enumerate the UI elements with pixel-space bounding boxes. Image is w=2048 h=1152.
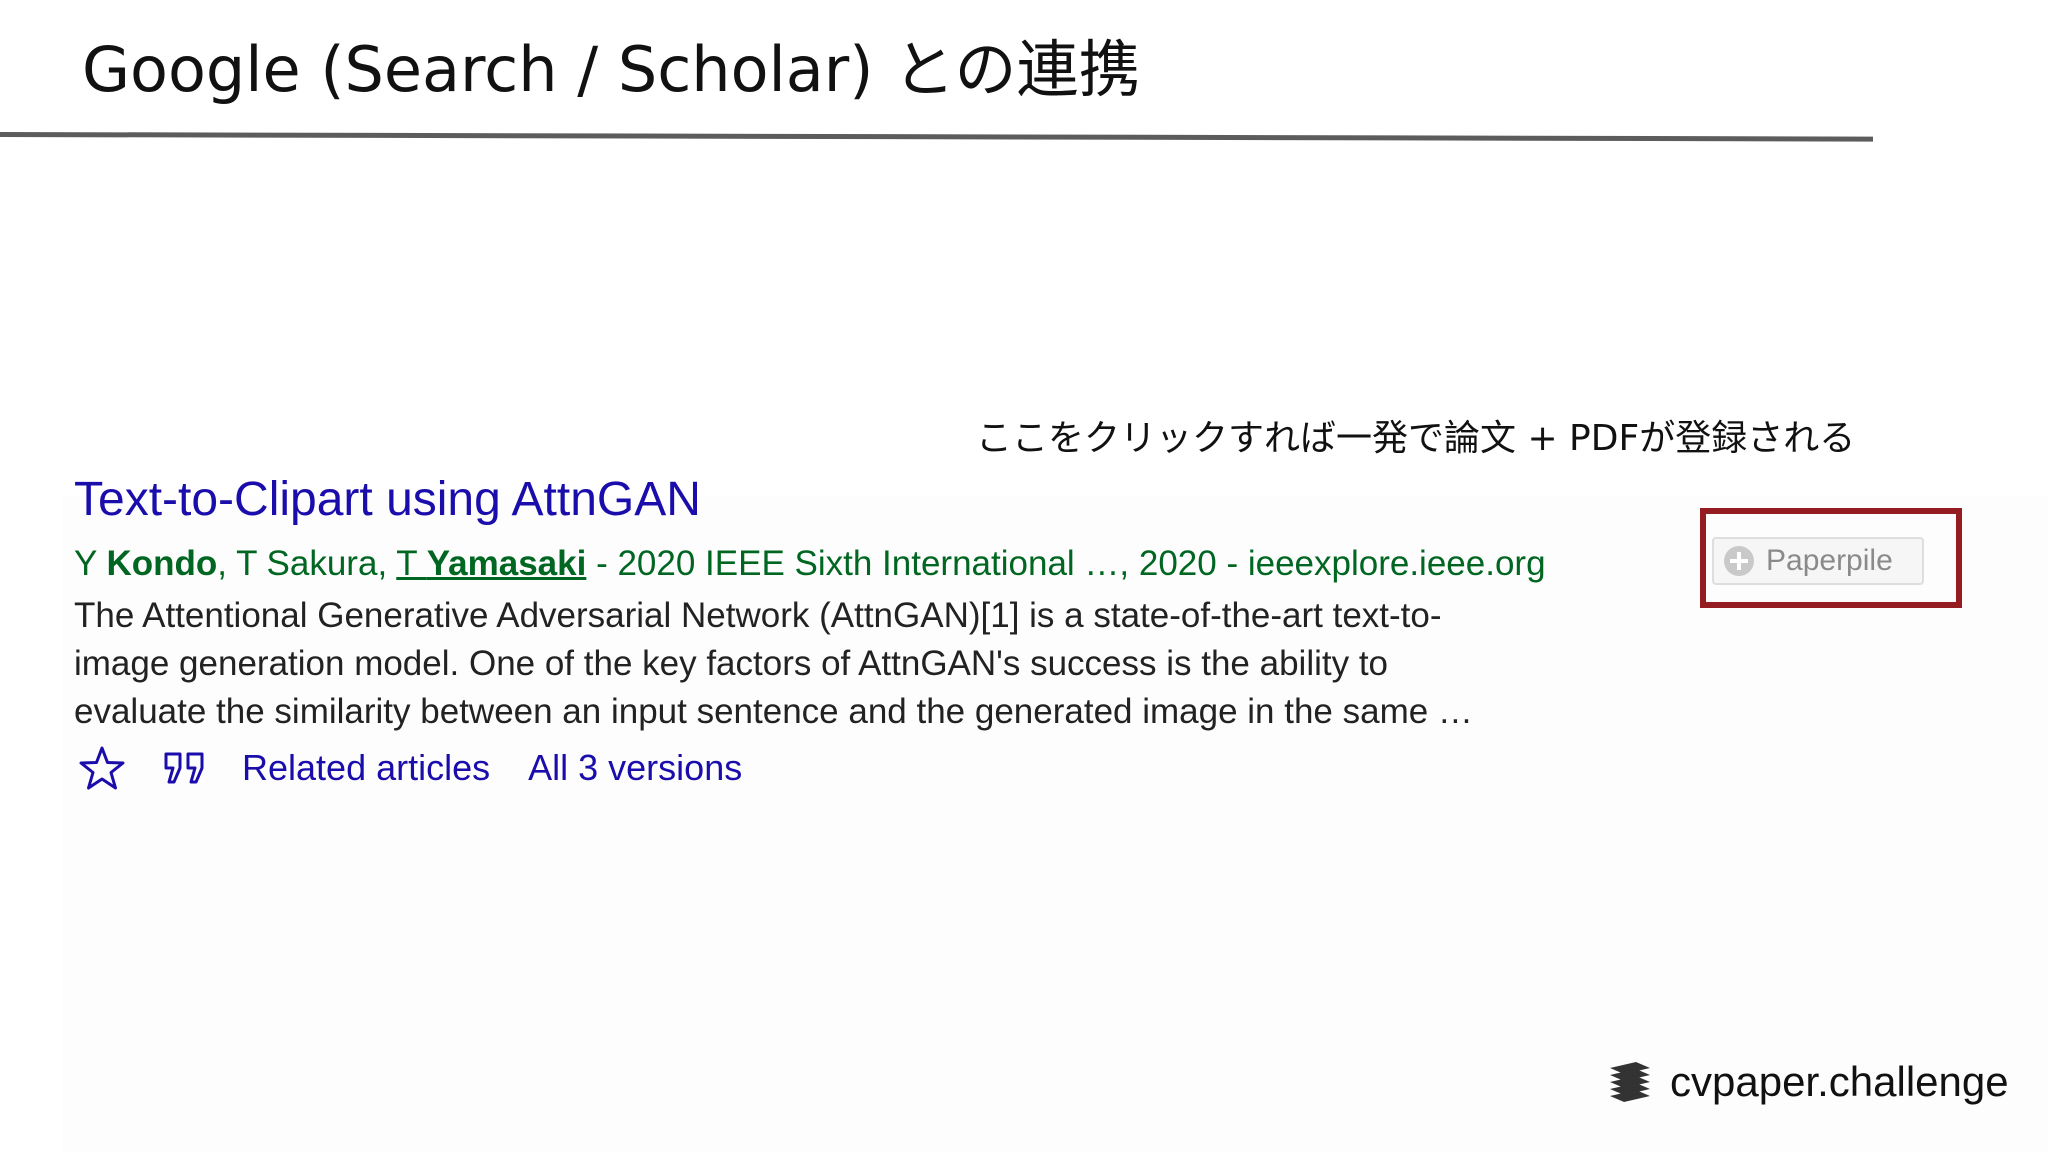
brand-logo: cvpaper.challenge: [1606, 1058, 2009, 1106]
related-articles-link[interactable]: Related articles: [242, 747, 490, 789]
author-separator: ,: [217, 544, 237, 583]
slide-title: Google (Search / Scholar) との連携: [82, 33, 1141, 106]
result-title-link[interactable]: Text-to-Clipart using AttnGAN: [74, 470, 701, 530]
result-source: - 2020 IEEE Sixth International …, 2020 …: [586, 544, 1546, 583]
result-meta: Y Kondo, T Sakura, T Yamasaki - 2020 IEE…: [74, 538, 1546, 590]
snippet-line: image generation model. One of the key f…: [74, 644, 1389, 683]
paperpile-button[interactable]: Paperpile: [1712, 537, 1924, 585]
plus-circle-icon: [1724, 546, 1754, 576]
snippet-line: evaluate the similarity between an input…: [74, 692, 1473, 731]
paperpile-label: Paperpile: [1766, 544, 1893, 577]
annotation-text: ここをクリックすれば一発で論文 + PDFが登録される: [976, 418, 1856, 459]
all-versions-link[interactable]: All 3 versions: [528, 747, 742, 789]
title-divider: [0, 132, 1874, 142]
result-snippet: The Attentional Generative Adversarial N…: [74, 592, 1634, 736]
author-initial: Y: [74, 544, 107, 583]
result-actions: Related articles All 3 versions: [74, 742, 742, 794]
brand-text: cvpaper.challenge: [1670, 1058, 2009, 1105]
quote-icon[interactable]: [160, 744, 208, 792]
layers-icon: [1610, 1062, 1650, 1102]
author-kondo: Kondo: [106, 544, 218, 583]
author-sakura: T Sakura: [236, 544, 378, 583]
author-separator: ,: [377, 544, 397, 583]
star-icon[interactable]: [78, 744, 126, 792]
author-yamasaki-link[interactable]: T Yamasaki: [396, 544, 586, 583]
snippet-line: The Attentional Generative Adversarial N…: [74, 596, 1442, 635]
